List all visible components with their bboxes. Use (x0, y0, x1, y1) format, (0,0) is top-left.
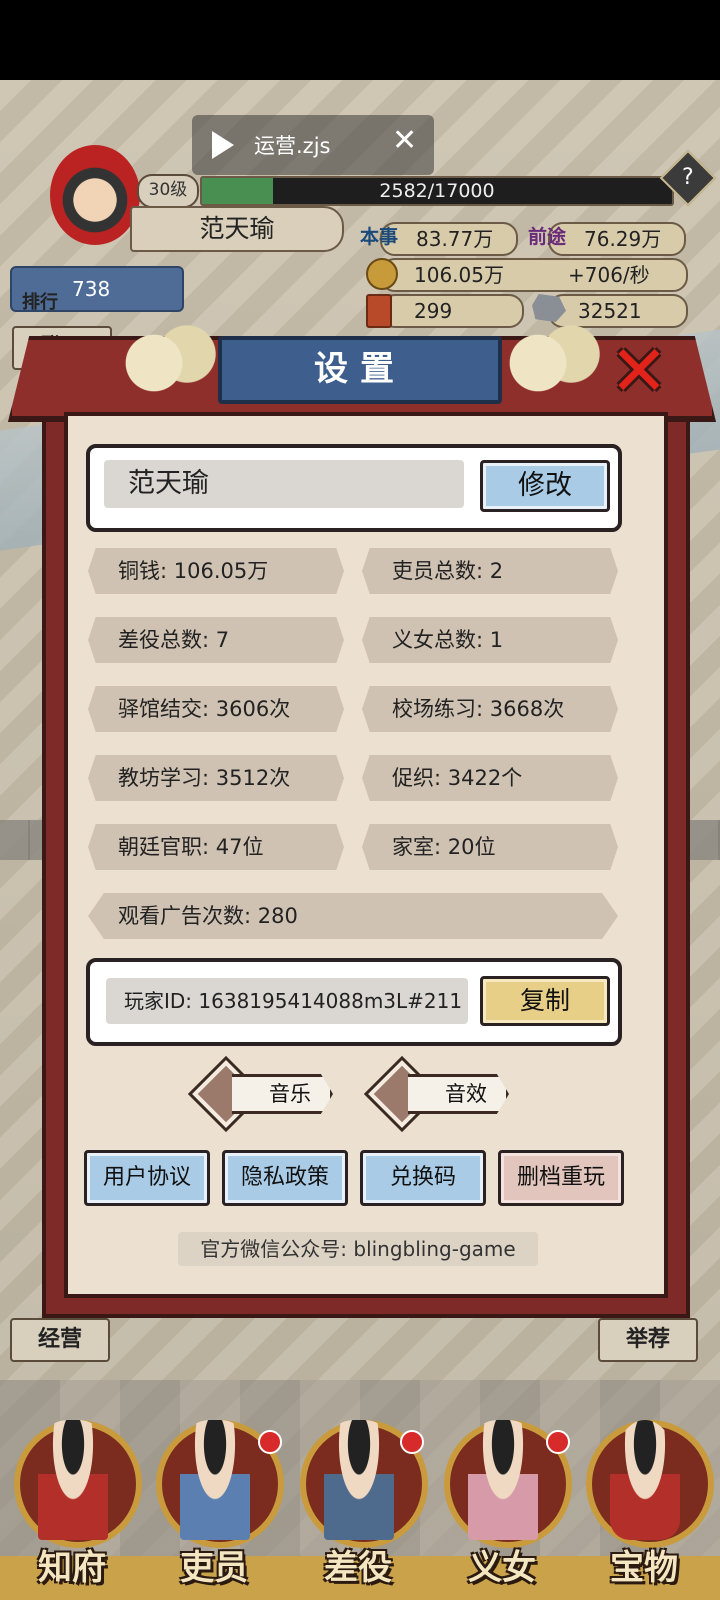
stat-music-study: 教坊学习: 3512次 (88, 755, 344, 801)
player-id-field: 玩家ID: 1638195414088m3L#211 (106, 978, 468, 1024)
close-dialog-icon[interactable]: ✕ (604, 336, 674, 406)
rank-value: 738 (72, 277, 111, 301)
privacy-policy-button[interactable]: 隐私政策 (222, 1150, 348, 1206)
notification-dot (546, 1430, 570, 1454)
stat-ads-watched: 观看广告次数: 280 (88, 893, 618, 939)
stat-drill-practice: 校场练习: 3668次 (362, 686, 618, 732)
name-field[interactable]: 范天瑜 (104, 460, 464, 508)
qiantu-pill: 76.29万 (548, 222, 686, 256)
copper-coin-icon (366, 258, 398, 290)
prefect-figure-icon (38, 1420, 108, 1540)
daughter-figure-icon (468, 1420, 538, 1540)
modify-name-button[interactable]: 修改 (480, 460, 610, 512)
nav-label: 知府 (38, 1548, 106, 1588)
close-icon[interactable]: ✕ (392, 123, 417, 158)
token-icon (366, 294, 392, 328)
token-value: 299 (414, 299, 453, 323)
nav-runners[interactable]: 差役 (290, 1400, 428, 1600)
stat-inn-socials: 驿馆结交: 3606次 (88, 686, 344, 732)
recommend-button[interactable]: 举荐 (598, 1318, 698, 1362)
player-avatar[interactable] (50, 145, 140, 245)
nav-clerks[interactable]: 吏员 (146, 1400, 284, 1600)
qiantu-label: 前途 (528, 226, 567, 248)
sfx-toggle-label: 音效 (408, 1074, 509, 1114)
bottom-nav: 知府 吏员 差役 义女 宝物 (0, 1400, 720, 1600)
treasure-bag-icon (610, 1420, 680, 1540)
play-icon[interactable] (212, 131, 234, 159)
stat-runners: 差役总数: 7 (88, 617, 344, 663)
notification-dot (400, 1430, 424, 1454)
toast-label: 运营.zjs (254, 134, 331, 158)
redeem-code-button[interactable]: 兑换码 (360, 1150, 486, 1206)
stat-clerks: 吏员总数: 2 (362, 548, 618, 594)
music-toggle-label: 音乐 (232, 1074, 333, 1114)
benshi-pill: 83.77万 (380, 222, 518, 256)
player-name: 范天瑜 (130, 206, 344, 252)
qiantu-value: 76.29万 (584, 227, 662, 251)
nav-prefect[interactable]: 知府 (4, 1400, 142, 1600)
runner-figure-icon (324, 1420, 394, 1540)
notification-dot (258, 1430, 282, 1454)
coins-value: 106.05万 (414, 263, 504, 287)
manage-button[interactable]: 经营 (10, 1318, 110, 1362)
rank-label: 排行 (22, 292, 58, 313)
delete-save-button[interactable]: 删档重玩 (498, 1150, 624, 1206)
copy-id-button[interactable]: 复制 (480, 976, 610, 1026)
coins-pill: 106.05万 +706/秒 (380, 258, 688, 292)
nav-treasure[interactable]: 宝物 (576, 1400, 714, 1600)
nav-label: 差役 (324, 1548, 392, 1588)
nav-label: 吏员 (180, 1548, 248, 1588)
music-toggle[interactable]: 音乐 (187, 1055, 336, 1133)
cloud-ornament-right (494, 318, 604, 408)
official-account-text: 官方微信公众号: blingbling-game (178, 1232, 538, 1266)
stat-daughters: 义女总数: 1 (362, 617, 618, 663)
stat-coins: 铜钱: 106.05万 (88, 548, 344, 594)
benshi-label: 本事 (360, 226, 399, 248)
clerk-figure-icon (180, 1420, 250, 1540)
nav-label: 宝物 (610, 1548, 678, 1588)
nav-daughters[interactable]: 义女 (434, 1400, 572, 1600)
settings-title: 设置 (218, 336, 502, 404)
player-level: 30级 (137, 174, 199, 208)
stat-crickets: 促织: 3422个 (362, 755, 618, 801)
player-id-box: 玩家ID: 1638195414088m3L#211 复制 (86, 958, 622, 1046)
script-toast: 运营.zjs ✕ (192, 115, 434, 175)
stat-court-posts: 朝廷官职: 47位 (88, 824, 344, 870)
name-box: 范天瑜 修改 (86, 444, 622, 532)
sfx-toggle[interactable]: 音效 (363, 1055, 512, 1133)
income-value: +706/秒 (568, 263, 650, 287)
nav-label: 义女 (468, 1548, 536, 1588)
cloud-ornament-left (110, 318, 220, 408)
user-agreement-button[interactable]: 用户协议 (84, 1150, 210, 1206)
xp-text: 2582/17000 (379, 180, 495, 202)
stat-family: 家室: 20位 (362, 824, 618, 870)
benshi-value: 83.77万 (416, 227, 494, 251)
xp-bar: 2582/17000 (200, 176, 674, 206)
